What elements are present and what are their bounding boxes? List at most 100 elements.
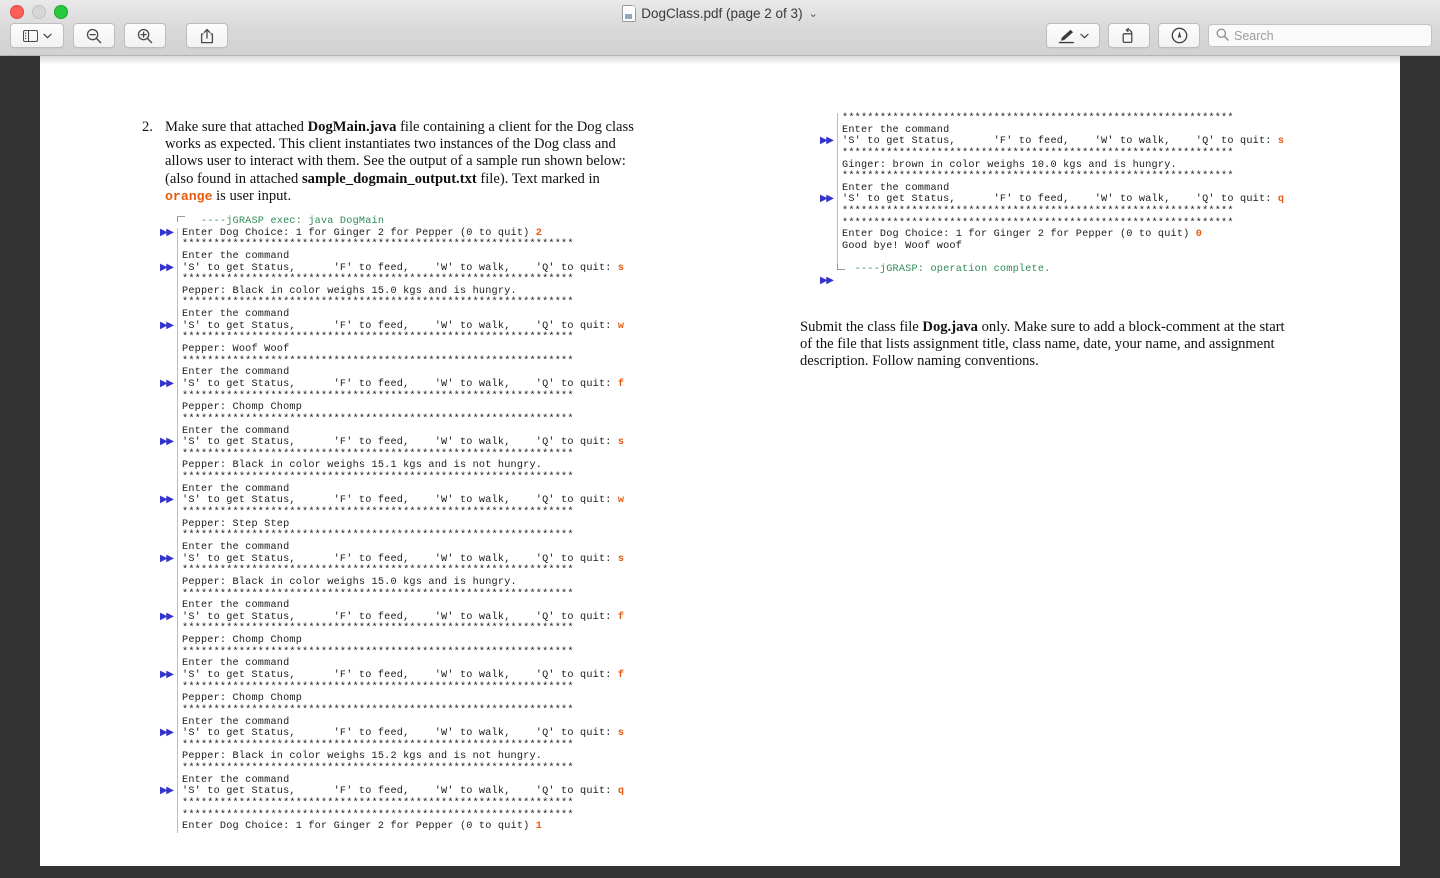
toolbar-right-group: Search	[1046, 23, 1432, 48]
console-line: ****************************************…	[140, 274, 624, 286]
console-line-text: ****************************************…	[182, 763, 574, 775]
document-title-bar[interactable]: DogClass.pdf (page 2 of 3) ⌄	[0, 4, 1440, 22]
item2-file-dogmain: DogMain.java	[307, 119, 397, 135]
console-output-left: ----jGRASP exec: java DogMain ▶▶ Enter Dog…	[140, 216, 624, 833]
console-line-text: Pepper: Black in color weighs 15.0 kgs a…	[182, 576, 517, 588]
console-gutter-line	[177, 332, 178, 345]
console-user-input: w	[617, 495, 625, 507]
item2-file-sampleoutput: sample_dogmain_output.txt	[301, 170, 477, 187]
page-title: DogClass.pdf (page 2 of 3)	[641, 5, 803, 21]
console-line: Enter the command	[140, 250, 624, 263]
console-gutter-line	[837, 159, 838, 172]
console-line-text: ****************************************…	[182, 565, 574, 577]
console-user-input: s	[617, 262, 625, 274]
title-chevron-down-icon[interactable]: ⌄	[809, 7, 818, 20]
console-line: ****************************************…	[140, 798, 624, 810]
console-gutter-line	[177, 565, 178, 577]
console-line-text: Pepper: Woof Woof	[182, 344, 290, 356]
console-line: ▶▶ 'S' to get Status, 'F' to feed, 'W' to…	[140, 261, 625, 275]
window-titlebar: DogClass.pdf (page 2 of 3) ⌄ Search	[0, 0, 1440, 56]
console-line-text: Enter the command	[842, 182, 950, 194]
console-gutter-line	[837, 229, 838, 242]
search-input[interactable]: Search	[1208, 24, 1432, 47]
console-gutter-line	[177, 425, 178, 438]
console-gutter-line	[177, 774, 178, 787]
markup-chevron-down-icon[interactable]	[1079, 33, 1089, 39]
console-line-text: Pepper: Black in color weighs 15.1 kgs a…	[182, 460, 543, 472]
annotate-button[interactable]	[1158, 23, 1200, 48]
console-user-input: f	[617, 669, 625, 681]
console-line: ****************************************…	[140, 763, 624, 775]
console-line-text: Pepper: Black in color weighs 15.0 kgs a…	[182, 285, 517, 297]
console-line-text: 'S' to get Status, 'F' to feed, 'W' to w…	[182, 786, 618, 798]
console-gutter-line	[177, 763, 178, 775]
rotate-left-button[interactable]	[1108, 23, 1150, 48]
console-input-marker-icon: ▶▶	[160, 785, 174, 797]
console-line-text: Pepper: Black in color weighs 15.2 kgs a…	[182, 751, 543, 763]
console-line-text: ****************************************…	[182, 448, 574, 460]
console-line: Pepper: Chomp Chomp	[140, 402, 624, 414]
console-input-marker-icon: ▶▶	[160, 261, 174, 273]
pdf-viewer-canvas[interactable]: 2. Make sure that attached DogMain.java …	[0, 56, 1440, 878]
console-gutter-line	[177, 646, 178, 659]
console-gutter-line	[177, 309, 178, 321]
sidebar-chevron-down-icon[interactable]	[42, 33, 52, 39]
console-line-text: ****************************************…	[182, 297, 574, 309]
console-line: Enter the command	[140, 716, 624, 729]
markup-button[interactable]	[1046, 23, 1100, 48]
console-line: ▶▶ 'S' to get Status, 'F' to feed, 'W' to…	[140, 610, 624, 624]
rotate-left-icon	[1121, 27, 1137, 44]
console-line-text: 'S' to get Status, 'F' to feed, 'W' to w…	[182, 437, 618, 449]
console-gutter-line	[177, 611, 178, 624]
list-item-number: 2.	[142, 119, 153, 135]
share-button[interactable]	[186, 23, 228, 48]
console-user-input: f	[617, 378, 625, 390]
console-gutter-line	[177, 472, 178, 484]
console-gutter-line	[177, 728, 178, 740]
console-gutter-line	[837, 136, 838, 148]
console-user-input: w	[617, 320, 625, 332]
console-gutter-line	[177, 344, 178, 356]
console-line: ----jGRASP: operation complete.	[800, 264, 1284, 276]
console-gutter-line	[177, 786, 178, 799]
console-input-marker-icon: ▶▶	[160, 727, 174, 739]
console-line: Good bye! Woof woof	[800, 241, 1284, 253]
console-gutter-line	[177, 355, 178, 368]
console-gutter-line	[177, 798, 178, 810]
console-line-text: Pepper: Chomp Chomp	[182, 402, 303, 414]
item2-text-f: is user input.	[212, 187, 292, 204]
submit-file-dogjava: Dog.java	[922, 319, 978, 335]
console-line: ▶▶ 'S' to get Status, 'F' to feed, 'W' to…	[140, 378, 625, 391]
console-line-text: ****************************************…	[842, 206, 1234, 218]
pdf-page: 2. Make sure that attached DogMain.java …	[40, 56, 1400, 866]
console-line: ▶▶ 'S' to get Status, 'F' to feed, 'W' to…	[140, 727, 624, 740]
console-gutter-line	[177, 635, 178, 647]
console-line: Enter the command	[140, 425, 624, 438]
console-user-input: q	[1277, 194, 1285, 206]
console-line-text: Ginger: brown in color weighs 10.0 kgs a…	[842, 159, 1177, 171]
console-input-marker-icon: ▶▶	[160, 552, 174, 564]
console-line-text: ****************************************…	[842, 171, 1234, 183]
console-gutter-line	[837, 182, 838, 195]
zoom-out-button[interactable]	[73, 23, 115, 48]
toolbar-left-group	[10, 23, 237, 48]
console-line: Pepper: Woof Woof	[140, 344, 624, 356]
console-line-text: Enter the command	[182, 658, 290, 670]
console-line-text: 'S' to get Status, 'F' to feed, 'W' to w…	[182, 553, 618, 565]
zoom-in-button[interactable]	[124, 23, 166, 48]
console-line-text: ****************************************…	[182, 530, 574, 542]
console-line: ****************************************…	[140, 239, 624, 251]
console-input-marker-icon: ▶▶	[160, 226, 174, 238]
console-line-text: ****************************************…	[182, 413, 574, 425]
console-line-text: ****************************************…	[842, 147, 1234, 159]
console-line: ▶▶ 'S' to get Status, 'F' to feed, 'W' to…	[140, 494, 625, 508]
console-gutter-line	[837, 113, 838, 125]
console-input-marker-icon: ▶▶	[160, 610, 174, 622]
console-line-text: ****************************************…	[182, 809, 574, 821]
console-line: Pepper: Black in color weighs 15.2 kgs a…	[140, 751, 624, 764]
console-line: ****************************************…	[800, 113, 1284, 125]
console-line-text: 'S' to get Status, 'F' to feed, 'W' to w…	[182, 320, 618, 332]
sidebar-view-button[interactable]	[10, 23, 64, 48]
console-line-text: ****************************************…	[182, 332, 574, 344]
console-gutter-line	[177, 600, 178, 612]
